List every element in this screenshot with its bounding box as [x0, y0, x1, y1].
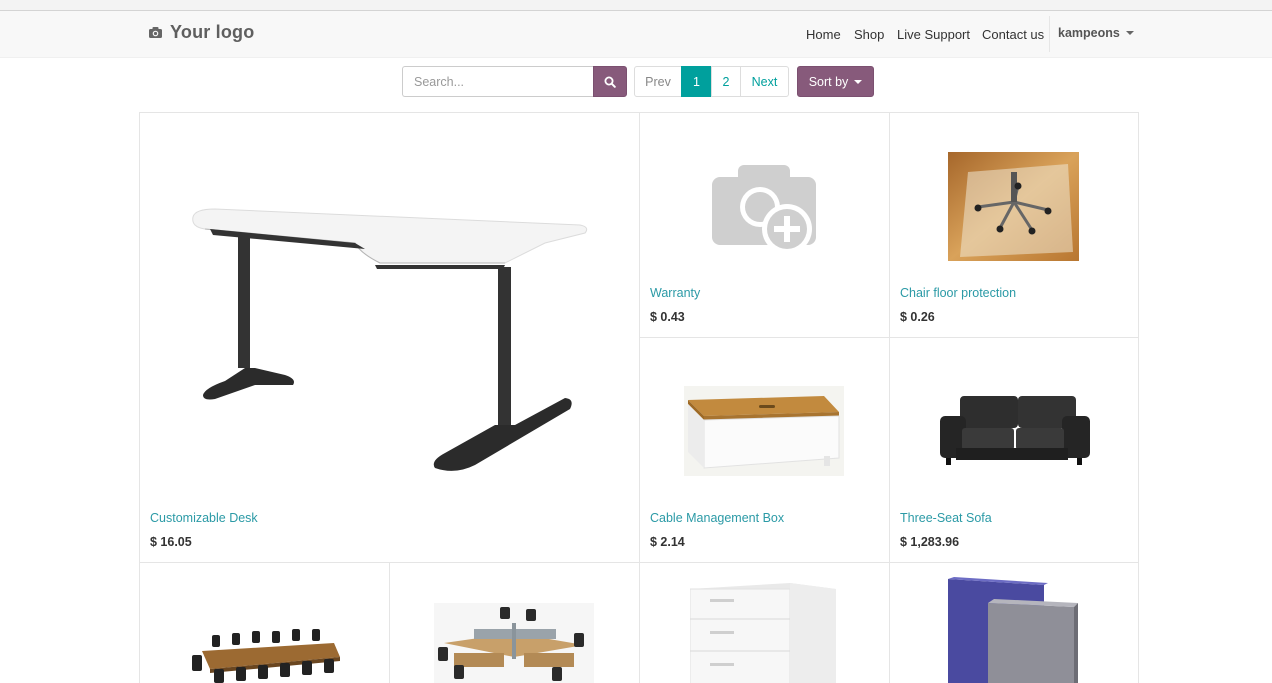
product-name[interactable]: Warranty	[650, 286, 700, 300]
product-price: $ 16.05	[150, 535, 192, 549]
navbar: Your logo Home Shop Live Support Contact…	[0, 11, 1272, 58]
product-card[interactable]: Warranty $ 0.43	[639, 112, 889, 337]
product-name[interactable]: Three-Seat Sofa	[900, 511, 992, 525]
user-menu[interactable]: kampeons	[1058, 26, 1134, 40]
product-image-drawer-cabinet	[690, 583, 836, 683]
nav-live-support[interactable]: Live Support	[897, 27, 970, 42]
pager-next[interactable]: Next	[740, 66, 789, 97]
product-image-office-desks	[434, 603, 594, 683]
logo[interactable]: Your logo	[148, 22, 254, 43]
camera-add-icon	[712, 165, 816, 254]
product-card[interactable]	[389, 562, 639, 683]
product-card[interactable]	[639, 562, 889, 683]
product-image-chair-mat	[948, 152, 1079, 261]
user-name: kampeons	[1058, 26, 1120, 40]
product-name[interactable]: Chair floor protection	[900, 286, 1016, 300]
pager-page-2[interactable]: 2	[711, 66, 741, 97]
nav-shop[interactable]: Shop	[854, 27, 884, 42]
product-image-sofa	[940, 396, 1090, 465]
product-price: $ 0.26	[900, 310, 935, 324]
product-card[interactable]: Cable Management Box $ 2.14	[639, 337, 889, 562]
product-card[interactable]: Customizable Desk $ 16.05	[139, 112, 639, 562]
product-image-conference-table	[192, 629, 340, 683]
product-image-cable-box	[684, 386, 844, 476]
product-name[interactable]: Cable Management Box	[650, 511, 784, 525]
sort-by-label: Sort by	[808, 74, 849, 89]
product-grid: Customizable Desk $ 16.05 Warranty $ 0.4…	[139, 112, 1139, 683]
search-icon	[604, 76, 616, 88]
caret-down-icon	[854, 79, 863, 84]
product-name[interactable]: Customizable Desk	[150, 511, 258, 525]
search-input[interactable]	[402, 66, 593, 97]
pager-page-1[interactable]: 1	[681, 66, 712, 97]
camera-icon	[148, 26, 163, 39]
product-card[interactable]	[139, 562, 389, 683]
browser-top-strip	[0, 0, 1272, 11]
sort-by-button[interactable]: Sort by	[797, 66, 874, 97]
product-price: $ 2.14	[650, 535, 685, 549]
product-price: $ 0.43	[650, 310, 685, 324]
nav-contact-us[interactable]: Contact us	[982, 27, 1044, 42]
pagination: Prev 1 2 Next	[634, 66, 789, 97]
product-price: $ 1,283.96	[900, 535, 960, 549]
product-card[interactable]: Chair floor protection $ 0.26	[889, 112, 1139, 337]
product-image-desk	[192, 208, 588, 471]
pager-prev[interactable]: Prev	[634, 66, 682, 97]
product-image-acoustic-panels	[948, 577, 1078, 683]
nav-home[interactable]: Home	[806, 27, 841, 42]
product-card[interactable]: Three-Seat Sofa $ 1,283.96	[889, 337, 1139, 562]
product-card[interactable]	[889, 562, 1139, 683]
nav-divider	[1049, 16, 1050, 52]
logo-text: Your logo	[170, 22, 255, 42]
caret-down-icon	[1125, 31, 1134, 35]
search-button[interactable]	[593, 66, 627, 97]
